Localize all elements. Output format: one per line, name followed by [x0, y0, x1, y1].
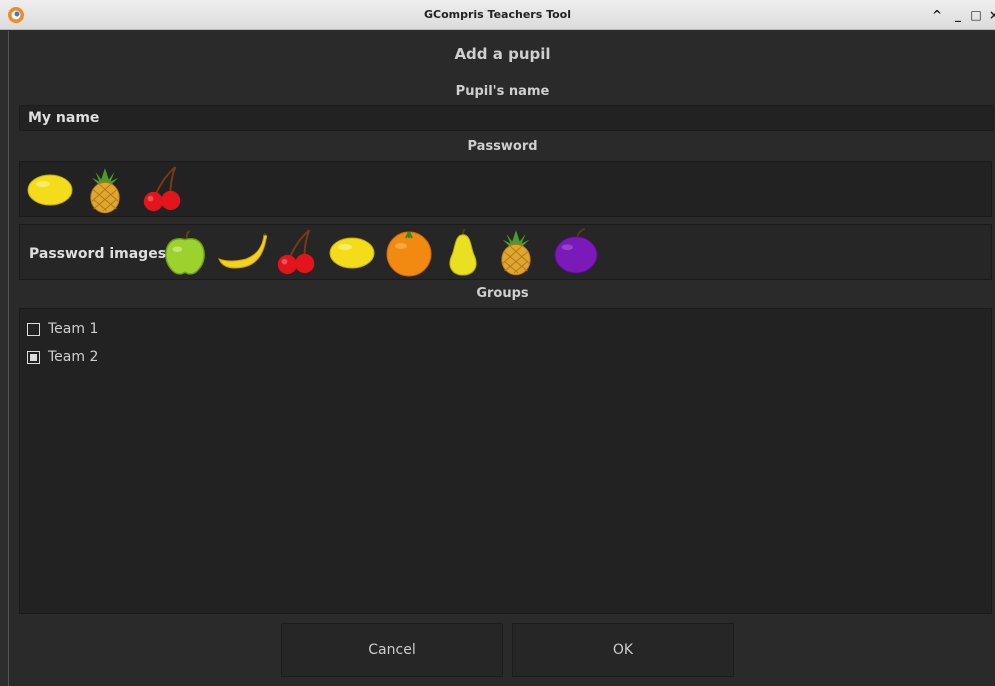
ok-button[interactable]: OK — [512, 623, 734, 677]
window-title: GCompris Teachers Tool — [423, 8, 572, 21]
plum-icon[interactable] — [552, 228, 600, 276]
shade-button[interactable]: ^ — [929, 6, 945, 24]
pear-icon[interactable] — [443, 229, 483, 277]
team-1-checkbox[interactable] — [27, 322, 40, 336]
banana-icon[interactable] — [216, 233, 270, 273]
password-field[interactable] — [19, 161, 992, 217]
title-bar: GCompris Teachers Tool ^ _ □ × — [0, 0, 995, 30]
cherries-icon[interactable] — [140, 165, 186, 213]
pineapple-icon[interactable] — [497, 228, 535, 276]
groups-heading: Groups — [476, 286, 529, 301]
add-pupil-dialog: Add a pupil Pupil's name My name Passwor… — [8, 31, 995, 686]
lemon-icon[interactable] — [327, 233, 377, 273]
pineapple-icon[interactable] — [86, 166, 124, 214]
group-item-team-2[interactable]: Team 2 — [27, 347, 98, 367]
dialog-title: Add a pupil — [454, 45, 551, 63]
group-label: Team 2 — [48, 349, 99, 365]
pupil-name-input[interactable]: My name — [19, 105, 994, 131]
password-images-label: Password images: — [29, 246, 172, 262]
pupil-name-heading: Pupil's name — [455, 84, 550, 99]
maximize-button[interactable]: □ — [968, 6, 984, 24]
team-2-checkbox[interactable] — [27, 350, 40, 364]
cherries-icon[interactable] — [274, 228, 320, 276]
password-heading: Password — [467, 139, 538, 154]
group-item-team-1[interactable]: Team 1 — [27, 319, 98, 339]
orange-icon[interactable] — [384, 228, 434, 278]
apple-icon[interactable] — [160, 230, 210, 278]
minimize-button[interactable]: _ — [950, 6, 966, 24]
group-label: Team 1 — [48, 321, 99, 337]
lemon-icon[interactable] — [25, 170, 75, 210]
password-images-bar: Password images: — [19, 224, 992, 280]
groups-list: Team 1 Team 2 — [19, 308, 992, 614]
cancel-button[interactable]: Cancel — [281, 623, 503, 677]
close-button[interactable]: × — [986, 6, 995, 24]
